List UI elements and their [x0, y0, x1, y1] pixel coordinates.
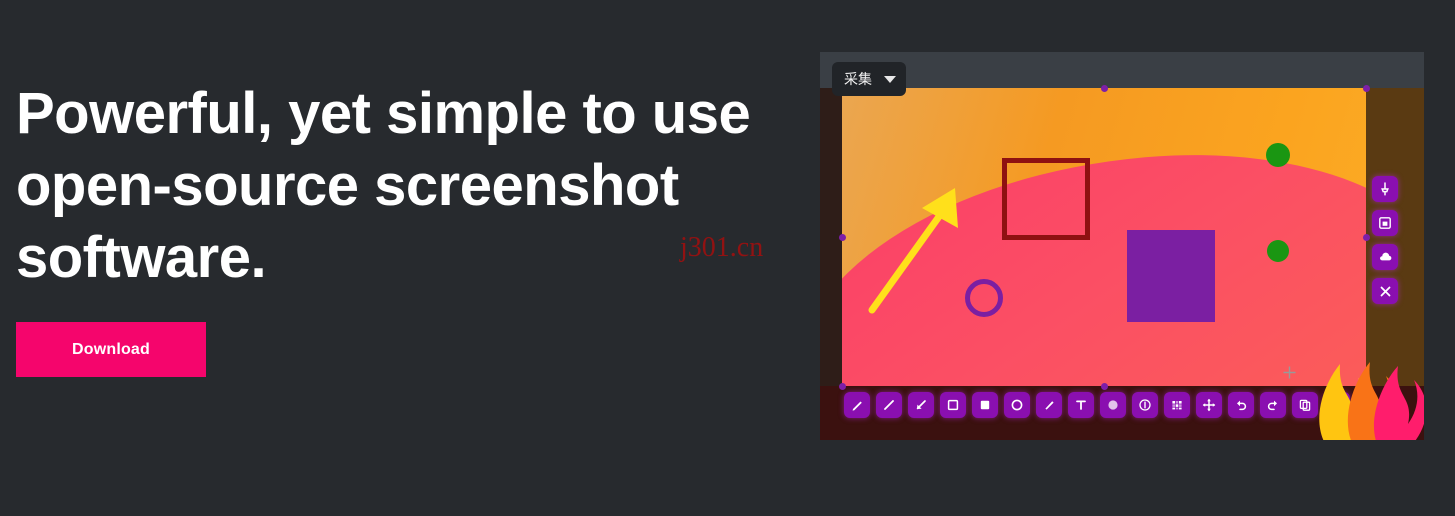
redo-icon: [1267, 400, 1277, 411]
counter-icon-button[interactable]: [1132, 392, 1158, 418]
capture-canvas[interactable]: [842, 88, 1366, 386]
selection-handle-bottom-center[interactable]: [1101, 383, 1108, 390]
dim-overlay-top: [820, 52, 1424, 88]
upload-cloud-icon: [1379, 252, 1391, 260]
move-icon-button[interactable]: [1196, 392, 1222, 418]
chevron-down-icon: [884, 75, 896, 83]
counter-icon: [1139, 399, 1151, 411]
watermark-text: j301.cn: [680, 232, 764, 263]
rectangle-outline-icon-button[interactable]: [940, 392, 966, 418]
selection-handle-top-right[interactable]: [1363, 85, 1370, 92]
rectangle-filled-icon-button[interactable]: [972, 392, 998, 418]
yellow-arrow-annotation: [868, 188, 958, 314]
green-dot-annotation: [1267, 240, 1289, 262]
rectangle-filled-icon: [980, 400, 990, 410]
pixelate-icon: [1172, 401, 1182, 410]
circle-icon: [1011, 399, 1023, 411]
pixelate-icon-button[interactable]: [1164, 392, 1190, 418]
line-icon: [884, 400, 894, 410]
side-toolbar: [1372, 176, 1398, 304]
purple-circle-annotation: [965, 279, 1003, 317]
close-icon-button[interactable]: [1372, 278, 1398, 304]
text-icon-button[interactable]: [1068, 392, 1094, 418]
arrow-icon-button[interactable]: [908, 392, 934, 418]
text-icon: [1076, 400, 1086, 410]
upload-cloud-icon-button[interactable]: [1372, 244, 1398, 270]
pin-icon: [1381, 182, 1389, 196]
undo-icon: [1237, 400, 1247, 411]
green-dot-annotation: [1266, 143, 1290, 167]
selection-handle-middle-right[interactable]: [1363, 234, 1370, 241]
download-button[interactable]: Download: [16, 322, 206, 377]
redo-icon-button[interactable]: [1260, 392, 1286, 418]
close-icon: [1380, 286, 1390, 296]
pin-icon-button[interactable]: [1372, 176, 1398, 202]
page-title-line: Powerful, yet simple to use: [16, 81, 751, 146]
blur-icon: [1108, 400, 1118, 410]
crosshair-cursor-icon: [1283, 366, 1296, 379]
selection-handle-bottom-left[interactable]: [839, 383, 846, 390]
screenshot-tool-window: 采集: [820, 52, 1424, 440]
line-icon-button[interactable]: [876, 392, 902, 418]
save-icon-button[interactable]: [1372, 210, 1398, 236]
page-title-line: open-source screenshot: [16, 153, 679, 218]
bottom-toolbar: [844, 392, 1350, 418]
marker-icon: [1045, 401, 1054, 410]
red-rectangle-annotation: [1002, 158, 1090, 240]
purple-rectangle-annotation: [1127, 230, 1215, 322]
move-icon: [1202, 398, 1216, 412]
capture-dropdown-button[interactable]: 采集: [832, 62, 906, 96]
pencil-icon: [852, 401, 862, 411]
hero-section: Powerful, yet simple to use open-source …: [16, 78, 806, 377]
arrow-icon: [916, 400, 926, 410]
selection-handle-top-center[interactable]: [1101, 85, 1108, 92]
rectangle-outline-icon: [947, 399, 959, 411]
blur-icon-button[interactable]: [1100, 392, 1126, 418]
circle-icon-button[interactable]: [1004, 392, 1030, 418]
flameshot-logo-icon: [1319, 362, 1424, 440]
save-icon: [1379, 217, 1391, 229]
capture-dropdown-label: 采集: [844, 71, 872, 87]
undo-icon-button[interactable]: [1228, 392, 1254, 418]
marker-icon-button[interactable]: [1036, 392, 1062, 418]
page-root: Powerful, yet simple to use open-source …: [0, 0, 1455, 516]
pencil-icon-button[interactable]: [844, 392, 870, 418]
selection-handle-middle-left[interactable]: [839, 234, 846, 241]
